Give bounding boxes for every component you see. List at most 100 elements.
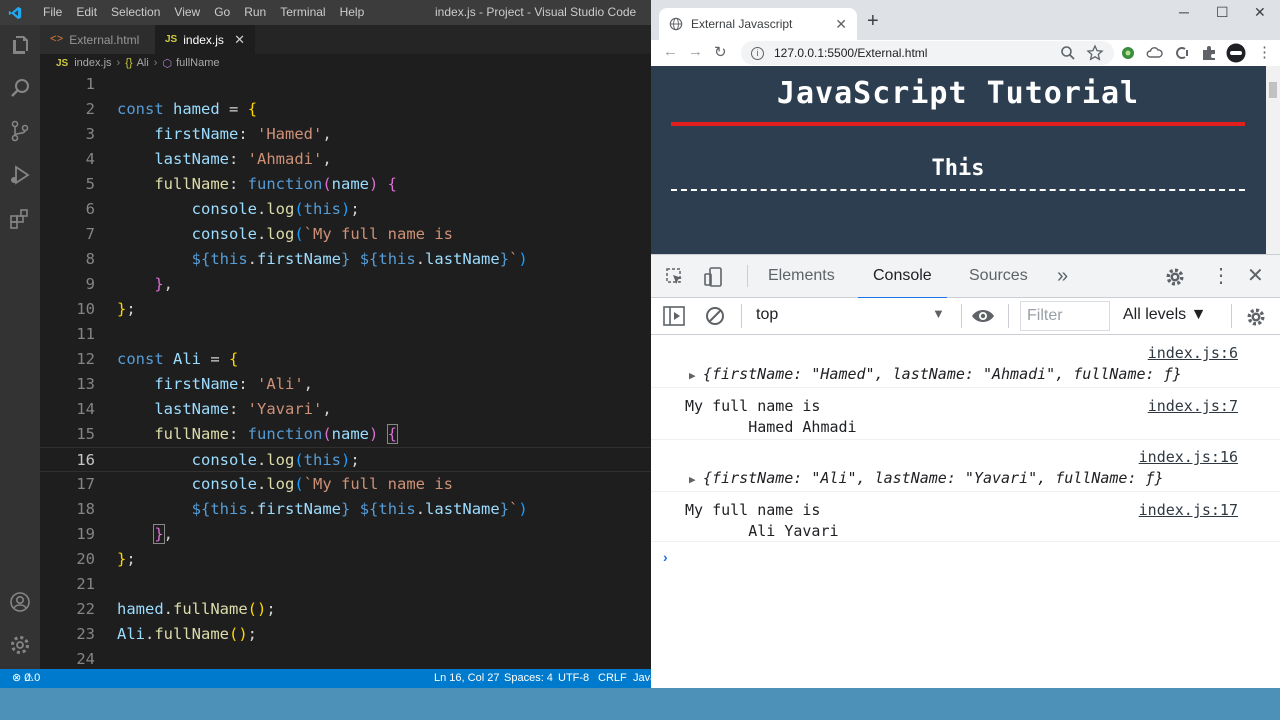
breadcrumb-file[interactable]: index.js [74,57,111,69]
browser-tab-title: External Javascript [691,17,793,31]
menu-go[interactable]: Go [207,0,237,25]
console-messages: index.js:6 ▶ {firstName: "Hamed", lastNa… [651,336,1280,688]
reload-icon[interactable]: ↻ [714,43,727,61]
code-line: 12 const Ali = { [76,350,239,368]
log-line: My full name is [685,397,821,415]
object-preview[interactable]: {firstName: "Hamed", lastName: "Ahmadi",… [703,365,1182,383]
console-settings-gear-icon[interactable] [1245,306,1267,328]
more-tabs-icon[interactable]: » [1057,255,1068,297]
page-title: JavaScript Tutorial [776,76,1140,111]
toolbar-divider [1008,304,1009,328]
breadcrumb-object[interactable]: Ali [137,57,149,69]
close-window-icon[interactable]: ✕ [1254,4,1266,21]
sidebar-toggle-icon[interactable] [663,306,685,326]
live-expression-eye-icon[interactable] [971,307,995,325]
globe-icon [669,17,683,31]
expand-triangle-icon[interactable]: ▶ [689,369,696,382]
menu-terminal[interactable]: Terminal [273,0,332,25]
tab-console[interactable]: Console [858,255,947,299]
profile-avatar-icon[interactable] [1226,43,1246,63]
extension-green-icon[interactable] [1119,44,1137,62]
accounts-icon[interactable] [8,590,32,614]
menu-run[interactable]: Run [237,0,273,25]
settings-gear-icon[interactable] [8,633,32,657]
tab-external-html[interactable]: <> External.html [40,25,155,54]
source-link[interactable]: index.js:16 [1139,448,1238,466]
back-arrow-icon[interactable]: ← [663,43,678,60]
object-preview[interactable]: {firstName: "Ali", lastName: "Yavari", f… [703,469,1164,487]
status-bar: ⊗ 0 ⚠ 0 Ln 16, Col 27 Spaces: 4 UTF-8 CR… [0,669,651,688]
menu-selection[interactable]: Selection [104,0,167,25]
menu-view[interactable]: View [167,0,207,25]
end-of-line[interactable]: CRLF [598,669,627,688]
device-toolbar-icon[interactable] [703,266,723,288]
breadcrumb: JS index.js › {} Ali › ⬡ fullName [40,54,651,72]
log-line: Hamed Ahmadi [685,418,857,436]
code-line: 7 console.log(`My full name is [85,225,453,243]
tab-elements[interactable]: Elements [768,255,835,297]
code-line: 5 fullName: function(name) { [85,175,398,193]
extension-cloud-icon[interactable] [1146,44,1164,62]
zoom-icon[interactable] [1059,44,1077,62]
devtools-kebab-icon[interactable]: ⋮ [1211,263,1231,288]
clear-console-icon[interactable] [705,306,725,326]
log-levels-select[interactable]: All levels ▼ [1123,306,1206,324]
source-control-icon[interactable] [8,119,32,143]
menu-help[interactable]: Help [333,0,372,25]
breadcrumb-method[interactable]: fullName [176,57,219,69]
code-line-current: 16 console.log(this); [40,447,651,472]
page-scrollbar[interactable] [1266,66,1280,254]
new-tab-icon[interactable]: + [867,10,879,33]
kebab-menu-icon[interactable]: ⋮ [1257,43,1272,61]
encoding[interactable]: UTF-8 [558,669,589,688]
run-debug-icon[interactable] [8,163,32,187]
filter-input[interactable]: Filter [1020,301,1110,331]
language-mode[interactable]: Java [633,669,651,688]
minimize-icon[interactable]: ─ [1179,4,1189,20]
source-link[interactable]: index.js:7 [1148,397,1238,415]
extensions-icon[interactable] [8,207,32,231]
source-link[interactable]: index.js:17 [1139,501,1238,519]
menu-file[interactable]: File [36,0,69,25]
toolbar-divider [741,304,742,328]
extensions-puzzle-icon[interactable] [1200,44,1218,62]
bookmark-star-icon[interactable] [1086,44,1104,62]
cursor-position[interactable]: Ln 16, Col 27 [434,669,499,688]
browser-tab[interactable]: External Javascript ✕ [659,8,857,40]
explorer-icon[interactable] [8,33,32,57]
problems-indicator[interactable]: ⊗ 0 ⚠ 0 [12,669,40,688]
code-line: 23 Ali.fullName(); [76,625,258,643]
source-link[interactable]: index.js:6 [1148,344,1238,362]
close-devtools-icon[interactable]: ✕ [1247,263,1264,288]
tab-index-js[interactable]: JS index.js ✕ [155,25,255,54]
dashed-divider [671,189,1245,191]
code-line: 2 const hamed = { [85,100,258,118]
indentation[interactable]: Spaces: 4 [504,669,553,688]
forward-arrow-icon[interactable]: → [688,43,703,60]
log-line: My full name is [685,501,821,519]
context-select[interactable]: top [756,306,778,324]
html-file-icon: <> [50,33,64,46]
scrollbar-thumb[interactable] [1269,82,1277,98]
close-tab-icon[interactable]: ✕ [835,16,847,33]
console-message: index.js:7 My full name is Hamed Ahmadi [651,388,1280,440]
extension-c-icon[interactable] [1173,44,1191,62]
tab-sources[interactable]: Sources [969,255,1028,297]
expand-triangle-icon[interactable]: ▶ [689,473,696,486]
info-icon[interactable]: i [751,46,764,60]
code-line: 21 [76,575,95,593]
dropdown-arrow-icon[interactable]: ▼ [932,306,945,321]
vscode-window: File Edit Selection View Go Run Terminal… [0,0,651,688]
devtools-settings-gear-icon[interactable] [1164,266,1186,288]
code-line: 20}; [76,550,136,568]
chevron-right-icon: › [116,57,121,69]
menu-edit[interactable]: Edit [69,0,104,25]
search-icon[interactable] [8,76,32,100]
maximize-icon[interactable]: ☐ [1216,4,1229,21]
code-editor[interactable]: 1 2 const hamed = { 3 firstName: 'Hamed',… [40,72,651,669]
close-icon[interactable]: ✕ [234,32,245,48]
console-message: index.js:6 ▶ {firstName: "Hamed", lastNa… [651,336,1280,388]
screen: File Edit Selection View Go Run Terminal… [0,0,1280,720]
inspect-element-icon[interactable] [665,267,685,287]
console-prompt[interactable]: › [663,549,668,565]
